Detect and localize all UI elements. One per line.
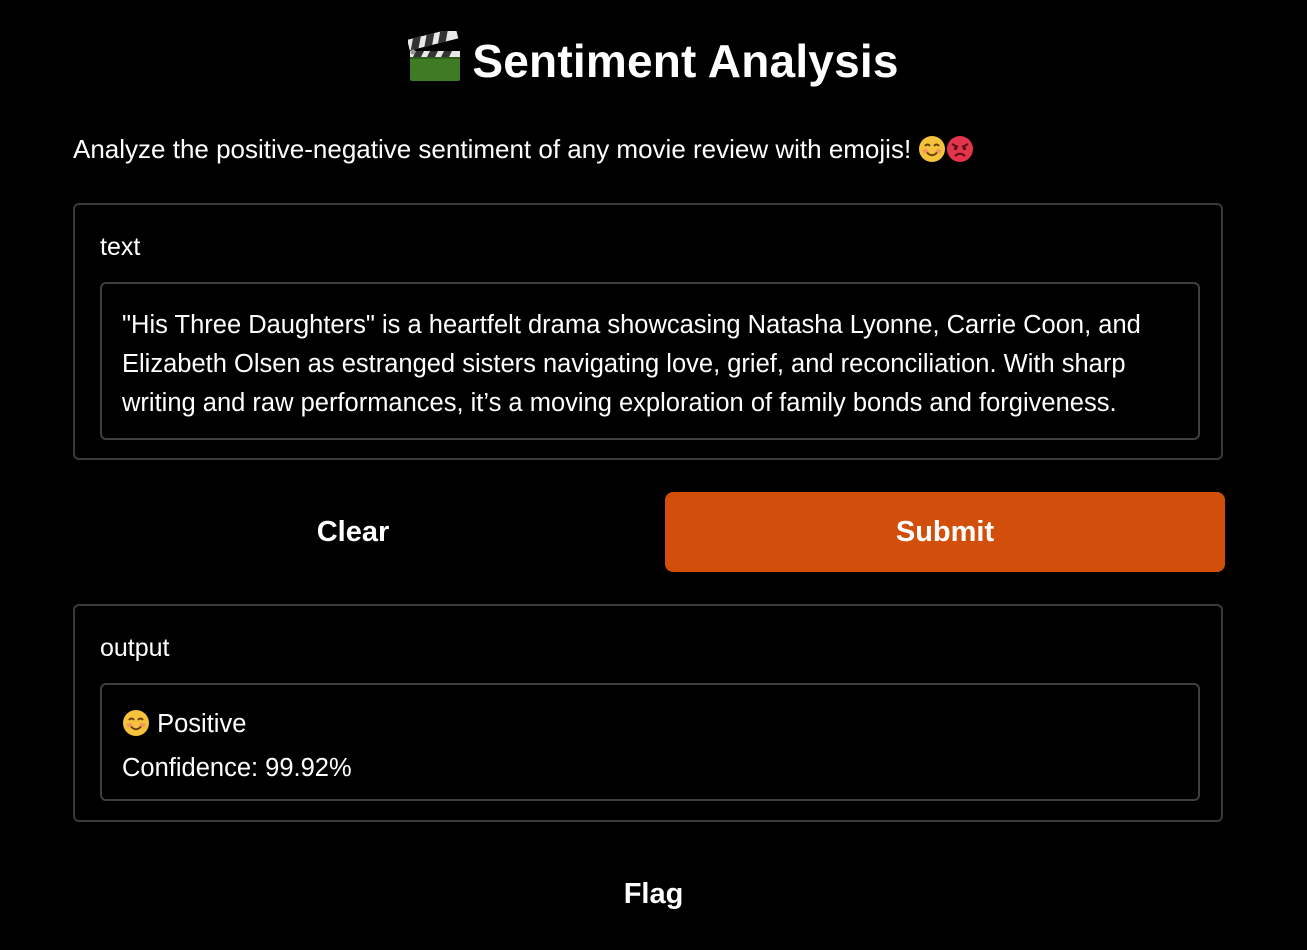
description-text: Analyze the positive-negative sentiment …: [73, 134, 912, 164]
smiling-face-icon: [122, 709, 150, 749]
smiling-face-icon: [918, 135, 946, 173]
output-textbox[interactable]: Positive Confidence: 99.92%: [100, 683, 1200, 801]
page-title-text: Sentiment Analysis: [472, 35, 899, 87]
text-input-panel: text "His Three Daughters" is a heartfel…: [73, 203, 1223, 460]
flag-button[interactable]: Flag: [0, 870, 1307, 918]
output-panel: output Positive Confidence: 99.92%: [73, 604, 1223, 822]
page-title: Sentiment Analysis: [0, 27, 1307, 98]
sentiment-line: Positive: [122, 705, 1178, 749]
review-textarea[interactable]: "His Three Daughters" is a heartfelt dra…: [100, 282, 1200, 440]
app-page: Sentiment Analysis Analyze the positive-…: [0, 0, 1307, 950]
clear-button[interactable]: Clear: [73, 492, 633, 572]
app-description: Analyze the positive-negative sentiment …: [73, 130, 974, 173]
angry-face-icon: [946, 135, 974, 173]
output-label: output: [100, 634, 170, 662]
sentiment-label: Positive: [157, 710, 247, 738]
clapperboard-icon: [407, 27, 462, 98]
submit-button[interactable]: Submit: [665, 492, 1225, 572]
text-input-label: text: [100, 233, 141, 261]
confidence-text: Confidence: 99.92%: [122, 754, 352, 782]
